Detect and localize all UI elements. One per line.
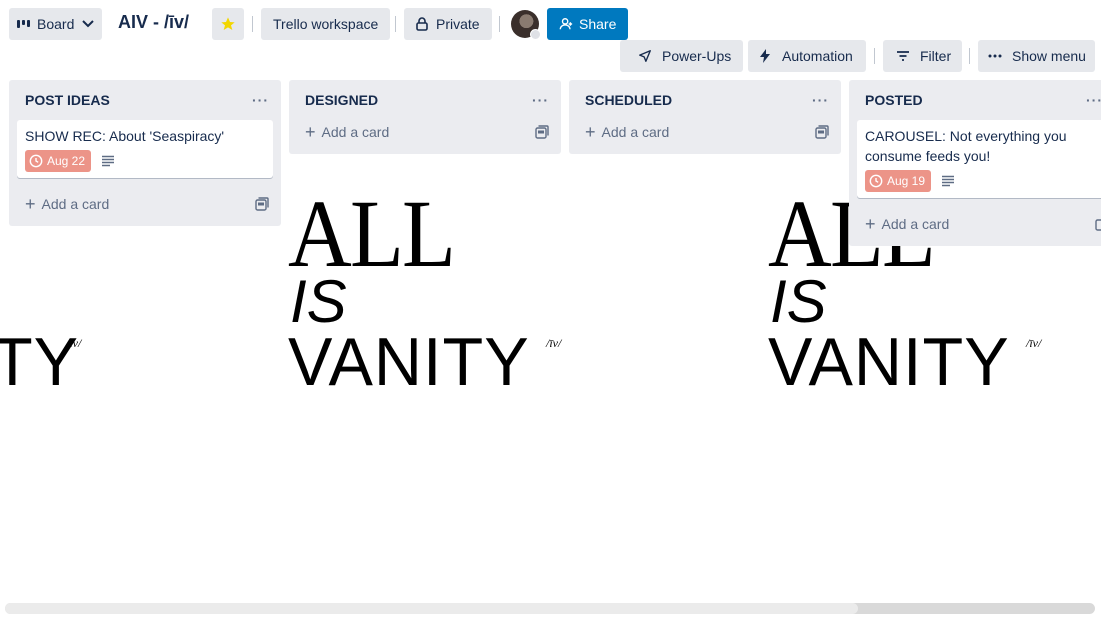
background-logo-partial: TY /īv/: [0, 200, 98, 400]
plus-icon: +: [305, 122, 316, 142]
share-button[interactable]: Share: [547, 8, 629, 40]
rocket-icon: [638, 49, 652, 63]
logo-line-vanity: VANITY: [768, 324, 1010, 400]
logo-line-is: IS: [770, 268, 827, 335]
add-card-row: + Add a card: [569, 114, 841, 150]
show-menu-label: Show menu: [1012, 48, 1086, 64]
ellipsis-icon: [988, 54, 1002, 58]
due-date-text: Aug 19: [887, 174, 926, 188]
list-designed: DESIGNED ··· + Add a card: [289, 80, 561, 154]
automation-button[interactable]: Automation: [748, 40, 866, 72]
workspace-button[interactable]: Trello workspace: [261, 8, 391, 40]
list-posted: POSTED ··· CAROUSEL: Not everything you …: [849, 80, 1101, 246]
board-icon: [17, 18, 31, 30]
list-header[interactable]: POSTED ···: [849, 80, 1101, 120]
add-card-button[interactable]: + Add a card: [25, 194, 110, 214]
list-menu-icon[interactable]: ···: [808, 92, 833, 108]
logo-sup: /īv/: [546, 336, 562, 350]
header-separator: [252, 16, 253, 32]
visibility-button[interactable]: Private: [404, 8, 492, 40]
plus-icon: +: [865, 214, 876, 234]
add-card-row: + Add a card: [9, 186, 281, 222]
admin-badge-icon: [530, 29, 541, 40]
list-title: SCHEDULED: [585, 92, 673, 108]
avatar[interactable]: [511, 10, 541, 40]
board-view-switcher[interactable]: Board: [9, 8, 103, 40]
automation-label: Automation: [782, 48, 853, 64]
list-header[interactable]: POST IDEAS ···: [9, 80, 281, 120]
list-title: POSTED: [865, 92, 923, 108]
powerups-button[interactable]: Power-Ups: [620, 40, 743, 72]
show-menu-button[interactable]: Show menu: [978, 40, 1095, 72]
workspace-label: Trello workspace: [273, 16, 379, 32]
powerups-label: Power-Ups: [662, 48, 732, 64]
add-card-button[interactable]: + Add a card: [585, 122, 670, 142]
card[interactable]: CAROUSEL: Not everything you consume fee…: [857, 120, 1101, 198]
clock-icon: [869, 174, 883, 188]
board-title[interactable]: AIV - /īv/: [118, 12, 189, 33]
card-template-icon[interactable]: [535, 125, 549, 139]
scrollbar-thumb[interactable]: [5, 603, 858, 614]
list-title: DESIGNED: [305, 92, 379, 108]
list-scheduled: SCHEDULED ··· + Add a card: [569, 80, 841, 154]
list-menu-icon[interactable]: ···: [248, 92, 273, 108]
clock-icon: [29, 154, 43, 168]
header-separator: [499, 16, 500, 32]
add-card-button[interactable]: + Add a card: [865, 214, 950, 234]
chevron-down-icon: [82, 20, 95, 28]
plus-icon: +: [25, 194, 36, 214]
add-card-label: Add a card: [321, 124, 390, 140]
header-separator: [874, 48, 875, 64]
logo-sup: /īv/: [1026, 336, 1042, 350]
list-post-ideas: POST IDEAS ··· SHOW REC: About 'Seaspira…: [9, 80, 281, 226]
add-card-button[interactable]: + Add a card: [305, 122, 390, 142]
header-separator: [969, 48, 970, 64]
filter-button[interactable]: Filter: [883, 40, 962, 72]
add-card-label: Add a card: [881, 216, 950, 232]
logo-sup: /īv/: [66, 336, 82, 350]
due-date-badge[interactable]: Aug 22: [25, 150, 92, 172]
list-menu-icon[interactable]: ···: [528, 92, 553, 108]
due-date-text: Aug 22: [47, 154, 86, 168]
list-title: POST IDEAS: [25, 92, 110, 108]
filter-label: Filter: [920, 48, 952, 64]
visibility-label: Private: [436, 16, 480, 32]
add-card-row: + Add a card: [289, 114, 561, 150]
card-template-icon[interactable]: [815, 125, 829, 139]
horizontal-scrollbar[interactable]: [5, 603, 1095, 614]
board-view-label: Board: [37, 16, 75, 32]
list-menu-icon[interactable]: ···: [1082, 92, 1101, 108]
card-title: CAROUSEL: Not everything you consume fee…: [865, 128, 1067, 164]
background-logo: ALL IS VANITY /īv/: [288, 200, 568, 400]
logo-line-vanity: VANITY: [288, 324, 530, 400]
share-label: Share: [579, 16, 617, 32]
add-card-row: + Add a card: [849, 206, 1101, 242]
logo-line-is: IS: [290, 268, 347, 335]
card-title: SHOW REC: About 'Seaspiracy': [25, 128, 225, 144]
bolt-icon: [760, 49, 770, 63]
add-card-label: Add a card: [601, 124, 670, 140]
description-icon: [101, 155, 115, 167]
header-separator: [395, 16, 396, 32]
card[interactable]: SHOW REC: About 'Seaspiracy' Aug 22: [17, 120, 273, 178]
add-card-label: Add a card: [41, 196, 110, 212]
description-icon: [941, 175, 955, 187]
card-template-icon[interactable]: [255, 197, 269, 211]
card-template-icon[interactable]: [1095, 217, 1101, 231]
star-button[interactable]: [212, 8, 244, 40]
lock-icon: [416, 17, 428, 31]
due-date-badge[interactable]: Aug 19: [865, 170, 932, 192]
add-person-icon: [559, 17, 573, 31]
star-icon: [220, 16, 236, 32]
plus-icon: +: [585, 122, 596, 142]
filter-icon: [896, 50, 910, 62]
